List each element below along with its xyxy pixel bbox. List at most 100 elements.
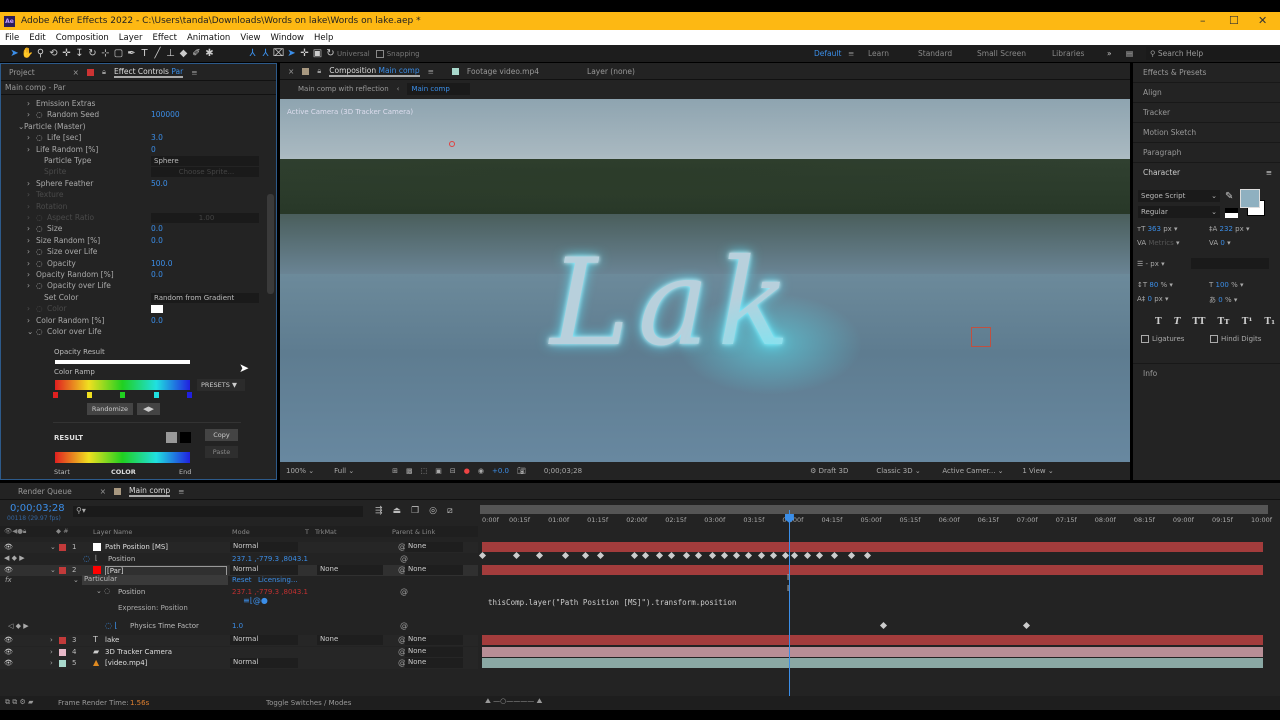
exposure-icon[interactable]: ◉	[478, 467, 484, 475]
disclosure-chevron-icon[interactable]: ›	[27, 236, 30, 245]
stopwatch-icon[interactable]: ◌	[36, 259, 43, 268]
effect-property[interactable]: Sprite Choose Sprite...	[1, 167, 266, 178]
parent-dropdown[interactable]: None	[405, 565, 463, 575]
eyedropper-icon[interactable]: ✎	[1225, 191, 1233, 202]
keyframe-diamond[interactable]	[790, 551, 798, 560]
composition-viewer[interactable]: Active Camera (3D Tracker Camera) Lak	[280, 99, 1130, 462]
viewer-timecode[interactable]: 0;00;03;28	[544, 467, 582, 475]
expand-chevron-icon[interactable]: ⌄	[50, 543, 56, 551]
effect-property[interactable]: › Color Random [%] 0.0	[1, 316, 266, 327]
disclosure-chevron-icon[interactable]: ›	[27, 281, 30, 290]
axis-view-icon[interactable]: ⌧	[272, 48, 285, 59]
property-dropdown[interactable]: Sphere	[151, 156, 259, 166]
rotate-tool-icon[interactable]: ↻	[86, 48, 99, 59]
grid-icon[interactable]: ⊟	[450, 467, 456, 475]
pan-tool-icon[interactable]: ✛	[60, 48, 73, 59]
gradient-stop[interactable]	[53, 392, 58, 398]
expression-controls-icon[interactable]: ≡⌊@●	[243, 596, 268, 605]
expand-chevron-icon[interactable]: ⌄	[73, 576, 79, 584]
ligatures-checkbox[interactable]: Ligatures	[1141, 335, 1184, 343]
panel-menu-icon[interactable]: ≡	[428, 67, 434, 76]
effect-property[interactable]: › ◌ Random Seed 100000	[1, 110, 266, 121]
vertical-scale-value[interactable]: 80	[1149, 281, 1158, 289]
snapping-checkbox[interactable]	[375, 49, 384, 58]
randomize-button[interactable]: Randomize	[87, 403, 133, 415]
effect-property[interactable]: › Emission Extras	[1, 99, 266, 110]
layer-duration-bar[interactable]	[482, 565, 1263, 575]
keyframe-diamond[interactable]	[582, 551, 590, 560]
close-button[interactable]: ✕	[1258, 14, 1267, 27]
lock-icon[interactable]: 🔒︎	[102, 67, 106, 77]
menu-effect[interactable]: Effect	[153, 33, 177, 43]
expand-chevron-icon[interactable]: ›	[50, 659, 53, 667]
stamp-tool-icon[interactable]: ⊥	[164, 48, 177, 59]
menu-layer[interactable]: Layer	[119, 33, 143, 43]
tab-project[interactable]: Project	[9, 68, 35, 77]
disclosure-chevron-icon[interactable]: ›	[27, 224, 30, 233]
blend-mode-dropdown[interactable]: Normal	[230, 635, 298, 645]
paste-button[interactable]: Paste	[205, 446, 238, 458]
keyframe-diamond[interactable]	[847, 551, 855, 560]
color-ramp-bar[interactable]	[55, 380, 190, 390]
layer-name[interactable]: [video.mp4]	[105, 659, 147, 667]
scrollbar[interactable]	[267, 194, 274, 294]
trkmat-dropdown[interactable]: None	[317, 565, 383, 575]
disclosure-chevron-icon[interactable]: ›	[27, 316, 30, 325]
effect-particular[interactable]: Particular	[82, 575, 228, 585]
panel-menu-icon[interactable]: ≡	[1266, 163, 1272, 183]
sync-icon[interactable]: ▤	[1126, 49, 1133, 58]
menu-window[interactable]: Window	[270, 33, 304, 43]
workspace-default[interactable]: Default	[814, 49, 841, 58]
keyframe-diamond[interactable]	[815, 551, 823, 560]
effect-property[interactable]: › ◌ Color	[1, 304, 266, 315]
layer-label-color[interactable]	[59, 567, 66, 574]
keyframe-diamond[interactable]	[682, 551, 690, 560]
renderer-dropdown[interactable]: Classic 3D ⌄	[876, 467, 934, 475]
menu-help[interactable]: Help	[314, 33, 333, 43]
effect-property[interactable]: › Life Random [%] 0	[1, 145, 266, 156]
parent-dropdown[interactable]: None	[405, 635, 463, 645]
copy-button[interactable]: Copy	[205, 429, 238, 441]
keyframe-diamond[interactable]	[1023, 621, 1031, 630]
maximize-button[interactable]: ☐	[1229, 14, 1239, 27]
gradient-stop[interactable]	[187, 392, 192, 398]
black-white-swatch[interactable]	[1225, 208, 1238, 218]
gradient-stop[interactable]	[86, 392, 92, 398]
keyframe-diamond[interactable]	[708, 551, 716, 560]
disclosure-chevron-icon[interactable]: ›	[27, 133, 30, 142]
property-value[interactable]: 0.0	[151, 270, 163, 279]
disclosure-chevron-icon[interactable]: ›	[27, 247, 30, 256]
breadcrumb-main[interactable]: Main comp	[407, 82, 470, 95]
all-caps-button[interactable]: TT	[1192, 317, 1205, 327]
effect-property[interactable]: › ◌ Size 0.0	[1, 224, 266, 235]
keyframe-diamond[interactable]	[695, 551, 703, 560]
effects-presets-panel[interactable]: Effects & Presets	[1133, 63, 1280, 83]
keyframe-diamond[interactable]	[757, 551, 765, 560]
keyframe-diamond[interactable]	[831, 551, 839, 560]
effect-property[interactable]: ⌄ Particle (Master)	[1, 122, 266, 133]
physics-value[interactable]: 1.0	[232, 622, 243, 630]
rotate-3d-icon[interactable]: ↻	[324, 48, 337, 59]
anchor-point-icon[interactable]	[449, 141, 455, 147]
select-3d-icon[interactable]: ➤	[285, 48, 298, 59]
keyframe-navigator[interactable]: ◀ ◆ ▶	[4, 554, 25, 562]
superscript-button[interactable]: T¹	[1242, 317, 1253, 327]
layer-name[interactable]: lake	[105, 636, 119, 644]
subscript-button[interactable]: T₁	[1264, 317, 1275, 327]
checker-swatch[interactable]	[166, 432, 177, 443]
selection-tool-icon[interactable]: ➤	[8, 48, 21, 59]
tab-composition[interactable]: Composition Main comp	[329, 66, 420, 77]
black-swatch[interactable]	[180, 432, 191, 443]
graph-icon[interactable]: ⌊	[95, 554, 98, 562]
property-value[interactable]: 100000	[151, 110, 180, 119]
mask-icon[interactable]: ⬚	[421, 467, 428, 475]
pickwhip-icon[interactable]: @	[400, 621, 408, 630]
anchor-tool-icon[interactable]: ⊹	[99, 48, 112, 59]
tab-effect-controls[interactable]: Effect Controls Par	[113, 67, 184, 78]
stopwatch-icon[interactable]: ◌	[36, 133, 43, 142]
visibility-eye-icon[interactable]: 👁︎	[4, 543, 13, 551]
font-style-dropdown[interactable]: Regular ⌄	[1138, 206, 1220, 218]
visibility-eye-icon[interactable]: 👁︎	[4, 659, 13, 667]
zoom-slider[interactable]: ⛰ —○———— ⛰	[485, 697, 542, 706]
keyframe-diamond[interactable]	[745, 551, 753, 560]
